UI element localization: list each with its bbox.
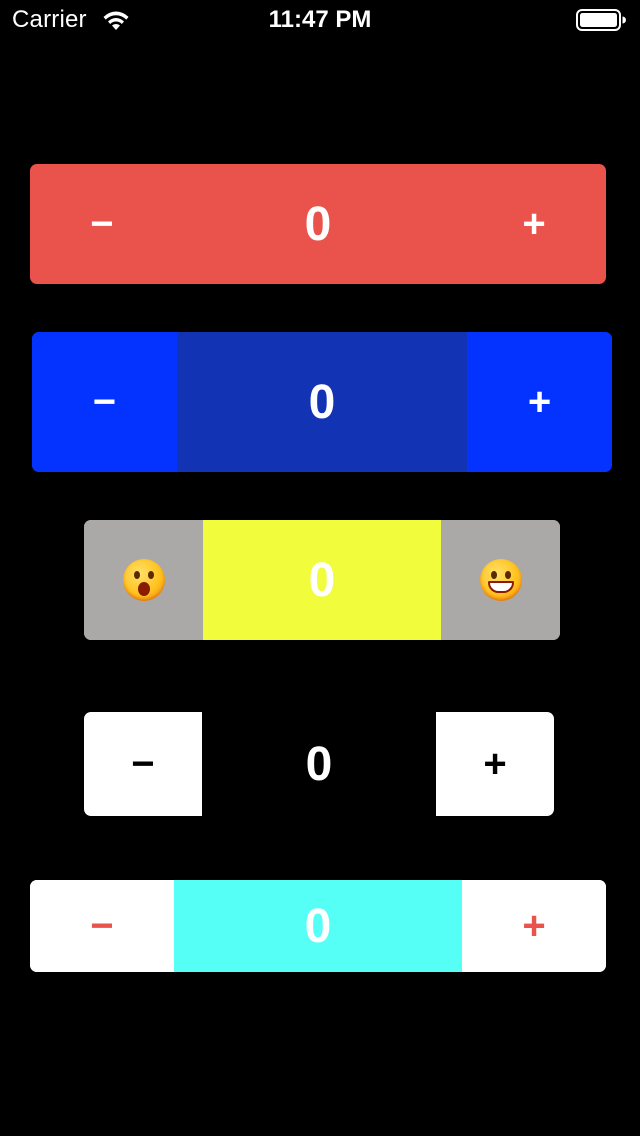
decrement-button[interactable]: − — [30, 164, 174, 284]
increment-button[interactable]: + — [436, 712, 554, 816]
stepper-value-display: 0 — [177, 332, 467, 472]
stepper-cyan: − 0 + — [30, 880, 606, 972]
decrement-button[interactable]: − — [84, 712, 202, 816]
stepper-value: 0 — [305, 737, 333, 791]
plus-label: + — [522, 904, 546, 948]
increment-button[interactable] — [441, 520, 560, 640]
battery-icon — [576, 9, 626, 31]
status-bar: Carrier 11:47 PM — [0, 0, 640, 40]
stepper-blue: − 0 + — [32, 332, 612, 472]
plus-label: + — [527, 380, 552, 424]
decrement-button[interactable] — [84, 520, 203, 640]
minus-label: − — [90, 202, 114, 246]
decrement-button[interactable]: − — [32, 332, 177, 472]
grinning-face-icon — [479, 559, 522, 601]
minus-label: − — [92, 380, 117, 424]
decrement-button[interactable]: − — [30, 880, 174, 972]
stepper-value: 0 — [304, 197, 332, 251]
minus-label: − — [131, 742, 155, 786]
stepper-red: − 0 + — [30, 164, 606, 284]
app-screen: Carrier 11:47 PM − 0 + − 0 + 0 − 0 + − 0… — [0, 0, 640, 1136]
plus-label: + — [522, 202, 546, 246]
stepper-value-display: 0 — [174, 880, 462, 972]
stepper-white-buttons: − 0 + — [84, 712, 554, 816]
increment-button[interactable]: + — [462, 164, 606, 284]
increment-button[interactable]: + — [467, 332, 612, 472]
stepper-value: 0 — [304, 899, 332, 953]
plus-label: + — [483, 742, 507, 786]
shocked-face-icon — [122, 559, 165, 601]
stepper-value-display: 0 — [174, 164, 462, 284]
stepper-value-display: 0 — [202, 712, 436, 816]
stepper-emoji: 0 — [84, 520, 560, 640]
stepper-value: 0 — [308, 553, 336, 607]
stepper-value: 0 — [308, 375, 336, 429]
minus-label: − — [90, 904, 114, 948]
status-time: 11:47 PM — [268, 6, 372, 33]
stepper-value-display: 0 — [203, 520, 441, 640]
increment-button[interactable]: + — [462, 880, 606, 972]
